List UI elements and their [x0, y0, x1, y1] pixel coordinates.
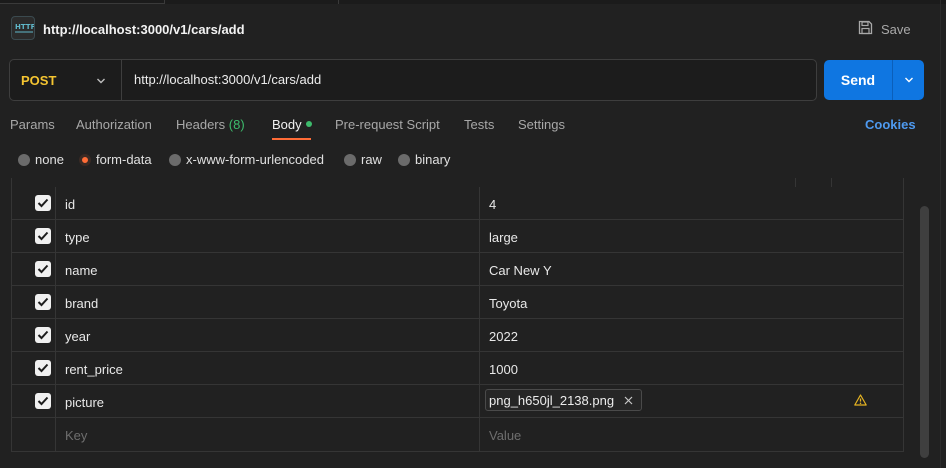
tab-body-label: Body [272, 117, 302, 132]
send-options-button[interactable] [893, 60, 924, 100]
table-row: name Car New Y [12, 253, 903, 286]
remove-file-button[interactable] [624, 393, 633, 408]
file-chip[interactable]: png_h650jl_2138.png [485, 389, 643, 411]
value-cell[interactable]: large [489, 230, 518, 245]
radio-x-www-form-urlencoded[interactable]: x-www-form-urlencoded [169, 152, 324, 167]
body-active-dot [305, 121, 312, 127]
method-select[interactable]: POST [10, 60, 122, 100]
radio-circle-selected [79, 153, 91, 166]
request-tabs: Params Authorization Headers (8) Body Pr… [0, 112, 946, 140]
key-cell[interactable]: picture [65, 395, 104, 410]
row-checkbox[interactable] [35, 393, 51, 409]
headers-count: (8) [228, 117, 245, 132]
value-cell[interactable]: Car New Y [489, 263, 552, 278]
cookies-link[interactable]: Cookies [865, 117, 916, 132]
row-checkbox[interactable] [35, 195, 51, 211]
key-cell[interactable]: brand [65, 296, 98, 311]
radio-label: binary [415, 152, 451, 167]
panel-edge [940, 0, 941, 468]
top-tab-strip [0, 0, 946, 4]
tab-authorization[interactable]: Authorization [76, 117, 152, 132]
table-row: id 4 [12, 187, 903, 220]
table-row: type large [12, 220, 903, 253]
send-button-group: Send [824, 60, 924, 100]
radio-binary[interactable]: binary [398, 152, 450, 167]
tab-params[interactable]: Params [10, 117, 55, 132]
check-icon [37, 363, 49, 373]
new-key-input[interactable]: Key [65, 428, 87, 443]
send-button[interactable]: Send [824, 60, 892, 100]
radio-label: none [35, 152, 64, 167]
row-checkbox[interactable] [35, 228, 51, 244]
table-row-empty: Key Value [12, 418, 903, 451]
key-cell[interactable]: name [65, 263, 98, 278]
radio-label: raw [361, 152, 382, 167]
key-cell[interactable]: type [65, 230, 90, 245]
check-icon [37, 231, 49, 241]
body-type-options: none form-data x-www-form-urlencoded raw… [0, 150, 946, 172]
tab-headers-label: Headers [176, 117, 226, 132]
scrollbar-thumb[interactable] [920, 206, 929, 458]
key-cell[interactable]: id [65, 197, 75, 212]
check-icon [37, 330, 49, 340]
radio-raw[interactable]: raw [344, 152, 382, 167]
check-icon [37, 297, 49, 307]
active-tab-underline [272, 138, 311, 140]
chevron-down-icon [95, 75, 107, 90]
request-title[interactable]: http://localhost:3000/v1/cars/add [43, 22, 245, 37]
column-divider [795, 178, 796, 187]
save-button[interactable]: Save [858, 20, 911, 38]
value-cell[interactable]: 2022 [489, 329, 518, 344]
url-input[interactable]: http://localhost:3000/v1/cars/add [134, 72, 321, 87]
form-data-table: id 4 type large name Car New Y brand Toy… [11, 178, 904, 452]
save-icon [858, 20, 873, 38]
radio-label: form-data [96, 152, 152, 167]
tab-tests[interactable]: Tests [464, 117, 494, 132]
method-label: POST [21, 73, 57, 88]
value-cell[interactable]: 1000 [489, 362, 518, 377]
table-row: picture png_h650jl_2138.png [12, 385, 903, 418]
radio-label: x-www-form-urlencoded [186, 152, 324, 167]
tab-pre-request-script[interactable]: Pre-request Script [335, 117, 440, 132]
value-cell[interactable]: 4 [489, 197, 496, 212]
check-icon [37, 198, 49, 208]
check-icon [37, 264, 49, 274]
value-cell[interactable]: Toyota [489, 296, 527, 311]
radio-circle [169, 153, 181, 166]
http-icon: HTTP [11, 16, 35, 40]
radio-circle [398, 153, 410, 166]
tab-settings[interactable]: Settings [518, 117, 565, 132]
key-cell[interactable]: rent_price [65, 362, 123, 377]
save-label: Save [881, 21, 911, 37]
request-tab-edge [0, 0, 165, 4]
table-row: rent_price 1000 [12, 352, 903, 385]
radio-form-data[interactable]: form-data [79, 152, 152, 167]
row-checkbox[interactable] [35, 261, 51, 277]
tab-divider [338, 0, 339, 4]
table-row: year 2022 [12, 319, 903, 352]
tab-body[interactable]: Body [272, 117, 312, 132]
tab-headers[interactable]: Headers (8) [176, 117, 245, 132]
column-divider [831, 178, 832, 187]
table-row: brand Toyota [12, 286, 903, 319]
check-icon [37, 396, 49, 406]
new-value-input[interactable]: Value [489, 428, 521, 443]
close-icon [624, 396, 633, 404]
svg-text:HTTP: HTTP [15, 23, 34, 31]
radio-none[interactable]: none [18, 152, 64, 167]
row-checkbox[interactable] [35, 360, 51, 376]
warning-icon[interactable] [854, 394, 867, 409]
request-title-row: HTTP http://localhost:3000/v1/cars/add S… [0, 12, 946, 46]
url-bar: POST http://localhost:3000/v1/cars/add [9, 59, 817, 101]
file-name: png_h650jl_2138.png [489, 392, 615, 408]
radio-circle [18, 153, 30, 166]
key-cell[interactable]: year [65, 329, 90, 344]
row-checkbox[interactable] [35, 294, 51, 310]
radio-circle [344, 153, 356, 166]
row-checkbox[interactable] [35, 327, 51, 343]
chevron-down-icon [904, 77, 913, 83]
